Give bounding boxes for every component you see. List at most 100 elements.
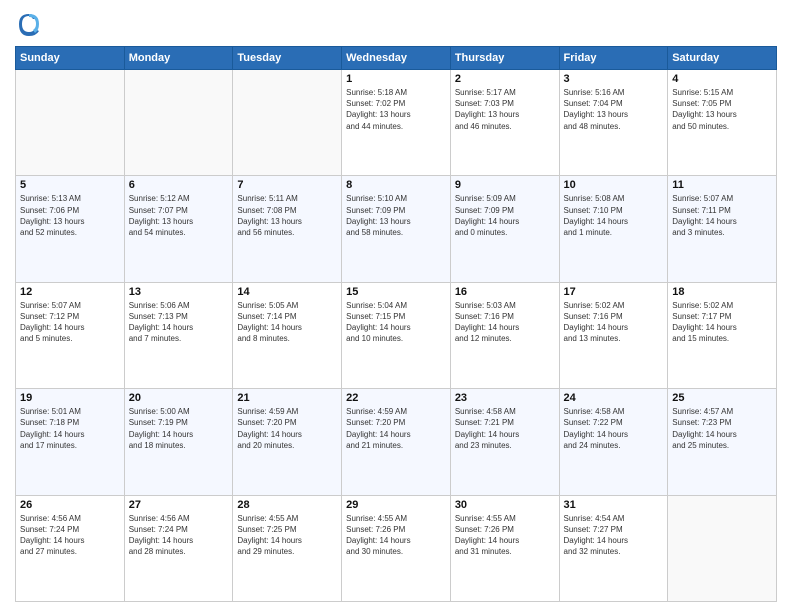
logo-icon bbox=[15, 10, 43, 38]
day-cell: 5 Sunrise: 5:13 AM Sunset: 7:06 PM Daylig… bbox=[16, 176, 125, 282]
day-number: 21 bbox=[237, 392, 337, 404]
day-info: Sunrise: 4:55 AM Sunset: 7:26 PM Dayligh… bbox=[455, 513, 555, 558]
day-cell: 8Sunrise: 5:10 AM Sunset: 7:09 PM Daylig… bbox=[342, 176, 451, 282]
day-cell: 28 Sunrise: 4:55 AM Sunset: 7:25 PM Dayli… bbox=[233, 495, 342, 601]
day-cell: 6 Sunrise: 5:12 AM Sunset: 7:07 PM Daylig… bbox=[124, 176, 233, 282]
weekday-header-sunday: Sunday bbox=[16, 47, 125, 70]
day-info: Sunrise: 4:58 AM Sunset: 7:21 PM Dayligh… bbox=[455, 406, 555, 451]
day-info: Sunrise: 5:02 AM Sunset: 7:17 PM Dayligh… bbox=[672, 300, 772, 345]
day-cell: 30 Sunrise: 4:55 AM Sunset: 7:26 PM Dayli… bbox=[450, 495, 559, 601]
day-number: 25 bbox=[672, 392, 772, 404]
day-cell: 20Sunrise: 5:00 AM Sunset: 7:19 PM Dayli… bbox=[124, 389, 233, 495]
day-cell: 17 Sunrise: 5:02 AM Sunset: 7:16 PM Dayli… bbox=[559, 282, 668, 388]
day-cell: 1 Sunrise: 5:18 AM Sunset: 7:02 PM Daylig… bbox=[342, 70, 451, 176]
day-info: Sunrise: 5:01 AM Sunset: 7:18 PM Dayligh… bbox=[20, 406, 120, 451]
page: SundayMondayTuesdayWednesdayThursdayFrid… bbox=[0, 0, 792, 612]
day-cell bbox=[16, 70, 125, 176]
day-cell bbox=[668, 495, 777, 601]
day-info: Sunrise: 5:06 AM Sunset: 7:13 PM Dayligh… bbox=[129, 300, 229, 345]
day-info: Sunrise: 5:18 AM Sunset: 7:02 PM Dayligh… bbox=[346, 87, 446, 132]
day-info: Sunrise: 4:59 AM Sunset: 7:20 PM Dayligh… bbox=[346, 406, 446, 451]
day-cell: 15 Sunrise: 5:04 AM Sunset: 7:15 PM Dayli… bbox=[342, 282, 451, 388]
day-number: 15 bbox=[346, 286, 446, 298]
day-info: Sunrise: 4:59 AM Sunset: 7:20 PM Dayligh… bbox=[237, 406, 337, 451]
day-info: Sunrise: 5:12 AM Sunset: 7:07 PM Dayligh… bbox=[129, 193, 229, 238]
day-number: 13 bbox=[129, 286, 229, 298]
day-info: Sunrise: 4:55 AM Sunset: 7:26 PM Dayligh… bbox=[346, 513, 446, 558]
calendar: SundayMondayTuesdayWednesdayThursdayFrid… bbox=[15, 46, 777, 602]
weekday-header-friday: Friday bbox=[559, 47, 668, 70]
weekday-header-monday: Monday bbox=[124, 47, 233, 70]
day-number: 1 bbox=[346, 73, 446, 85]
day-number: 18 bbox=[672, 286, 772, 298]
weekday-header-saturday: Saturday bbox=[668, 47, 777, 70]
day-number: 10 bbox=[564, 179, 664, 191]
header bbox=[15, 10, 777, 38]
day-cell: 16Sunrise: 5:03 AM Sunset: 7:16 PM Dayli… bbox=[450, 282, 559, 388]
week-row-1: 1 Sunrise: 5:18 AM Sunset: 7:02 PM Daylig… bbox=[16, 70, 777, 176]
day-info: Sunrise: 5:11 AM Sunset: 7:08 PM Dayligh… bbox=[237, 193, 337, 238]
day-cell: 29 Sunrise: 4:55 AM Sunset: 7:26 PM Dayli… bbox=[342, 495, 451, 601]
day-info: Sunrise: 4:55 AM Sunset: 7:25 PM Dayligh… bbox=[237, 513, 337, 558]
day-number: 22 bbox=[346, 392, 446, 404]
day-cell: 23 Sunrise: 4:58 AM Sunset: 7:21 PM Dayli… bbox=[450, 389, 559, 495]
day-info: Sunrise: 4:54 AM Sunset: 7:27 PM Dayligh… bbox=[564, 513, 664, 558]
day-number: 7 bbox=[237, 179, 337, 191]
day-cell: 27Sunrise: 4:56 AM Sunset: 7:24 PM Dayli… bbox=[124, 495, 233, 601]
weekday-header-row: SundayMondayTuesdayWednesdayThursdayFrid… bbox=[16, 47, 777, 70]
day-number: 14 bbox=[237, 286, 337, 298]
day-cell: 3 Sunrise: 5:16 AM Sunset: 7:04 PM Daylig… bbox=[559, 70, 668, 176]
day-number: 31 bbox=[564, 499, 664, 511]
weekday-header-tuesday: Tuesday bbox=[233, 47, 342, 70]
day-info: Sunrise: 5:02 AM Sunset: 7:16 PM Dayligh… bbox=[564, 300, 664, 345]
day-cell: 9Sunrise: 5:09 AM Sunset: 7:09 PM Daylig… bbox=[450, 176, 559, 282]
day-number: 24 bbox=[564, 392, 664, 404]
day-cell: 25 Sunrise: 4:57 AM Sunset: 7:23 PM Dayli… bbox=[668, 389, 777, 495]
day-info: Sunrise: 5:13 AM Sunset: 7:06 PM Dayligh… bbox=[20, 193, 120, 238]
day-number: 30 bbox=[455, 499, 555, 511]
day-info: Sunrise: 5:08 AM Sunset: 7:10 PM Dayligh… bbox=[564, 193, 664, 238]
day-number: 6 bbox=[129, 179, 229, 191]
day-number: 3 bbox=[564, 73, 664, 85]
week-row-2: 5 Sunrise: 5:13 AM Sunset: 7:06 PM Daylig… bbox=[16, 176, 777, 282]
day-cell: 7 Sunrise: 5:11 AM Sunset: 7:08 PM Daylig… bbox=[233, 176, 342, 282]
day-cell bbox=[124, 70, 233, 176]
day-info: Sunrise: 5:17 AM Sunset: 7:03 PM Dayligh… bbox=[455, 87, 555, 132]
day-number: 11 bbox=[672, 179, 772, 191]
day-number: 17 bbox=[564, 286, 664, 298]
day-info: Sunrise: 5:00 AM Sunset: 7:19 PM Dayligh… bbox=[129, 406, 229, 451]
day-number: 26 bbox=[20, 499, 120, 511]
day-number: 12 bbox=[20, 286, 120, 298]
day-info: Sunrise: 5:10 AM Sunset: 7:09 PM Dayligh… bbox=[346, 193, 446, 238]
day-cell: 18 Sunrise: 5:02 AM Sunset: 7:17 PM Dayli… bbox=[668, 282, 777, 388]
day-cell: 19 Sunrise: 5:01 AM Sunset: 7:18 PM Dayli… bbox=[16, 389, 125, 495]
week-row-3: 12 Sunrise: 5:07 AM Sunset: 7:12 PM Dayli… bbox=[16, 282, 777, 388]
day-number: 23 bbox=[455, 392, 555, 404]
week-row-5: 26 Sunrise: 4:56 AM Sunset: 7:24 PM Dayli… bbox=[16, 495, 777, 601]
day-info: Sunrise: 4:57 AM Sunset: 7:23 PM Dayligh… bbox=[672, 406, 772, 451]
day-cell: 12 Sunrise: 5:07 AM Sunset: 7:12 PM Dayli… bbox=[16, 282, 125, 388]
day-info: Sunrise: 5:05 AM Sunset: 7:14 PM Dayligh… bbox=[237, 300, 337, 345]
day-cell bbox=[233, 70, 342, 176]
day-number: 28 bbox=[237, 499, 337, 511]
day-cell: 21 Sunrise: 4:59 AM Sunset: 7:20 PM Dayli… bbox=[233, 389, 342, 495]
day-cell: 2Sunrise: 5:17 AM Sunset: 7:03 PM Daylig… bbox=[450, 70, 559, 176]
day-cell: 14 Sunrise: 5:05 AM Sunset: 7:14 PM Dayli… bbox=[233, 282, 342, 388]
weekday-header-wednesday: Wednesday bbox=[342, 47, 451, 70]
day-number: 5 bbox=[20, 179, 120, 191]
week-row-4: 19 Sunrise: 5:01 AM Sunset: 7:18 PM Dayli… bbox=[16, 389, 777, 495]
day-number: 29 bbox=[346, 499, 446, 511]
day-number: 19 bbox=[20, 392, 120, 404]
day-cell: 26 Sunrise: 4:56 AM Sunset: 7:24 PM Dayli… bbox=[16, 495, 125, 601]
day-cell: 13 Sunrise: 5:06 AM Sunset: 7:13 PM Dayli… bbox=[124, 282, 233, 388]
day-info: Sunrise: 5:16 AM Sunset: 7:04 PM Dayligh… bbox=[564, 87, 664, 132]
day-number: 16 bbox=[455, 286, 555, 298]
day-number: 4 bbox=[672, 73, 772, 85]
day-cell: 24Sunrise: 4:58 AM Sunset: 7:22 PM Dayli… bbox=[559, 389, 668, 495]
day-info: Sunrise: 4:56 AM Sunset: 7:24 PM Dayligh… bbox=[20, 513, 120, 558]
day-info: Sunrise: 5:04 AM Sunset: 7:15 PM Dayligh… bbox=[346, 300, 446, 345]
day-cell: 11Sunrise: 5:07 AM Sunset: 7:11 PM Dayli… bbox=[668, 176, 777, 282]
day-info: Sunrise: 4:56 AM Sunset: 7:24 PM Dayligh… bbox=[129, 513, 229, 558]
day-info: Sunrise: 5:15 AM Sunset: 7:05 PM Dayligh… bbox=[672, 87, 772, 132]
day-info: Sunrise: 5:07 AM Sunset: 7:12 PM Dayligh… bbox=[20, 300, 120, 345]
